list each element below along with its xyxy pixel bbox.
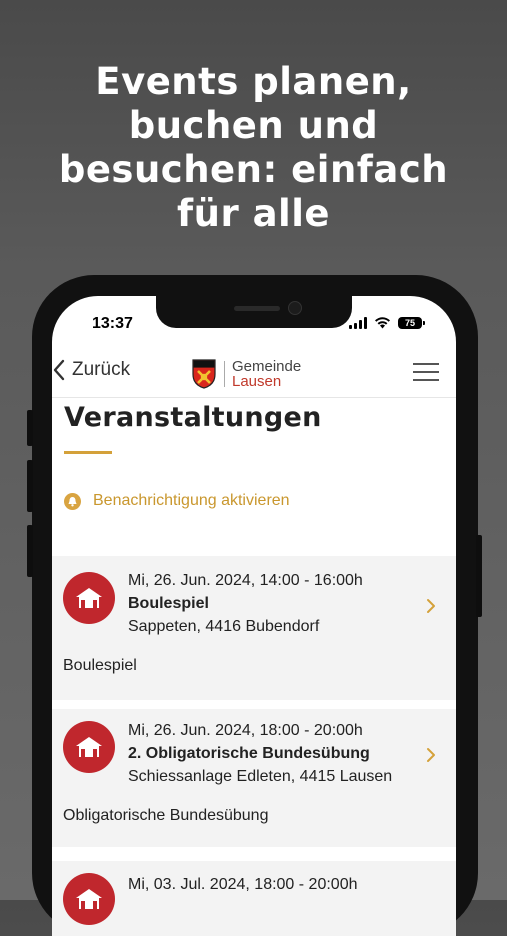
- event-datetime: Mi, 26. Jun. 2024, 18:00 - 20:00h: [128, 722, 363, 739]
- front-camera: [288, 301, 302, 315]
- back-label: Zurück: [72, 359, 131, 380]
- event-venue-icon: [63, 721, 115, 773]
- bell-icon: [64, 492, 81, 510]
- event-location: Sappeten, 4416 Bubendorf: [128, 618, 320, 635]
- cellular-signal-icon: [349, 316, 367, 329]
- chevron-right-icon: [427, 599, 435, 613]
- logo-text-gemeinde: Gemeinde: [232, 358, 302, 375]
- phone-power-button: [476, 535, 482, 617]
- status-time: 13:37: [92, 315, 133, 332]
- back-button[interactable]: Zurück: [52, 359, 130, 381]
- logo-text-lausen: Lausen: [232, 373, 282, 390]
- gemeinde-logo[interactable]: Gemeinde Lausen: [192, 359, 301, 389]
- phone-volume-down-button: [27, 525, 33, 577]
- chevron-left-icon: [53, 359, 65, 381]
- page-title: Veranstaltungen: [64, 402, 322, 433]
- chevron-right-icon: [427, 748, 435, 762]
- logo-separator: [224, 361, 225, 387]
- phone-volume-up-button: [27, 460, 33, 512]
- event-card-3[interactable]: Mi, 03. Jul. 2024, 18:00 - 20:00h: [52, 861, 456, 936]
- phone-mute-button: [27, 410, 33, 446]
- headline-line-4: für alle: [177, 192, 330, 235]
- notch: [156, 296, 352, 328]
- event-description: Boulespiel: [63, 657, 137, 674]
- event-card-2[interactable]: Mi, 26. Jun. 2024, 18:00 - 20:00h 2. Obl…: [52, 709, 456, 847]
- event-name: Boulespiel: [128, 595, 209, 612]
- event-venue-icon: [63, 873, 115, 925]
- logo-text: Gemeinde Lausen: [232, 359, 301, 389]
- event-datetime: Mi, 26. Jun. 2024, 14:00 - 16:00h: [128, 572, 363, 589]
- event-datetime: Mi, 03. Jul. 2024, 18:00 - 20:00h: [128, 876, 358, 893]
- crest-icon: [192, 359, 216, 389]
- headline-line-3: besuchen: einfach: [58, 148, 449, 191]
- event-venue-icon: [63, 572, 115, 624]
- event-card-1[interactable]: Mi, 26. Jun. 2024, 14:00 - 16:00h Boules…: [52, 556, 456, 700]
- enable-notifications-link[interactable]: Benachrichtigung aktivieren: [64, 492, 290, 510]
- event-description: Obligatorische Bundesübung: [63, 807, 269, 824]
- headline-line-2: buchen und: [128, 104, 379, 147]
- event-info: Mi, 03. Jul. 2024, 18:00 - 20:00h: [128, 873, 357, 896]
- phone-screen: 13:37 75 Zurück Gemeinde Lausen Veransta…: [52, 296, 456, 936]
- speaker: [234, 306, 280, 311]
- event-info: Mi, 26. Jun. 2024, 14:00 - 16:00h Boules…: [128, 569, 363, 638]
- wifi-icon: [375, 317, 390, 329]
- title-underline: [64, 451, 112, 454]
- card-separator: [52, 847, 456, 861]
- promo-headline: Events planen, buchen und besuchen: einf…: [0, 60, 507, 236]
- enable-notifications-label: Benachrichtigung aktivieren: [93, 492, 290, 509]
- event-location: Schiessanlage Edleten, 4415 Lausen: [128, 768, 393, 785]
- hamburger-menu-icon[interactable]: [413, 363, 439, 387]
- status-icons: 75: [349, 316, 425, 329]
- card-separator: [52, 700, 456, 709]
- headline-line-1: Events planen,: [95, 60, 412, 103]
- event-info: Mi, 26. Jun. 2024, 18:00 - 20:00h 2. Obl…: [128, 719, 392, 788]
- app-navbar: Zurück Gemeinde Lausen: [52, 351, 456, 398]
- battery-icon: 75: [398, 316, 425, 329]
- event-name: 2. Obligatorische Bundesübung: [128, 745, 370, 762]
